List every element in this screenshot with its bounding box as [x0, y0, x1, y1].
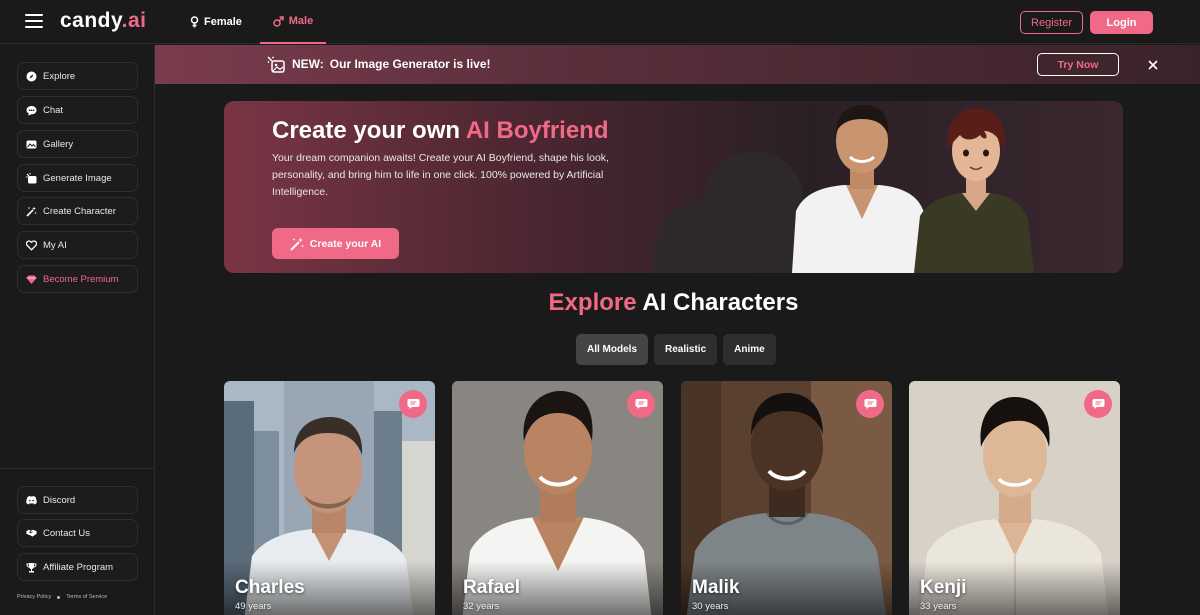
character-card-rafael[interactable]: Rafael 32 years: [452, 381, 663, 615]
chat-button[interactable]: [1084, 390, 1112, 418]
banner-text: NEW: Our Image Generator is live!: [292, 57, 491, 71]
sidebar-item-contact-us[interactable]: Contact Us: [17, 519, 138, 547]
character-age: 30 years: [692, 601, 729, 612]
character-name: Kenji: [920, 577, 967, 598]
diamond-icon: [26, 274, 37, 285]
tab-female-label: Female: [204, 16, 242, 28]
sidebar-item-become-premium[interactable]: Become Premium: [17, 265, 138, 293]
menu-icon[interactable]: [25, 14, 43, 28]
sidebar-item-create-character[interactable]: Create Character: [17, 197, 138, 225]
sidebar-item-label: Affiliate Program: [43, 561, 114, 573]
hero-title: Create your own AI Boyfriend: [272, 117, 609, 144]
hero-section: Create your own AI Boyfriend Your dream …: [224, 101, 1123, 273]
explore-title: Explore AI Characters: [548, 289, 799, 316]
handshake-icon: [26, 528, 37, 539]
sidebar-item-label: Gallery: [43, 138, 74, 150]
gallery-icon: [26, 139, 37, 150]
chat-button[interactable]: [856, 390, 884, 418]
character-card-kenji[interactable]: Kenji 33 years: [909, 381, 1120, 615]
filter-realistic[interactable]: Realistic: [654, 334, 718, 365]
generate-image-icon: [26, 172, 37, 184]
chat-icon: [864, 399, 876, 409]
sidebar-item-label: Contact Us: [43, 527, 90, 539]
sidebar-item-label: Chat: [43, 104, 64, 116]
sidebar-item-gallery[interactable]: Gallery: [17, 130, 138, 158]
banner-new-label: NEW:: [292, 57, 324, 71]
magic-wand-icon: [26, 206, 37, 217]
sidebar-item-label: Create Character: [43, 205, 116, 217]
sidebar-item-label: Generate Image: [43, 172, 112, 184]
character-age: 32 years: [463, 601, 500, 612]
sidebar-divider: [0, 468, 155, 469]
sidebar-item-label: My AI: [43, 239, 67, 251]
character-name: Malik: [692, 577, 740, 598]
magic-wand-icon: [290, 237, 304, 251]
privacy-policy-link[interactable]: Privacy Policy: [17, 594, 51, 600]
compass-icon: [26, 71, 37, 82]
discord-icon: [26, 495, 37, 506]
hero-description: Your dream companion awaits! Create your…: [272, 152, 609, 198]
character-card-charles[interactable]: Charles 49 years: [224, 381, 435, 615]
sidebar-item-label: Explore: [43, 70, 76, 82]
create-your-ai-label: Create your AI: [309, 237, 382, 250]
announcement-banner: NEW: Our Image Generator is live! Try Now: [155, 45, 1200, 84]
separator-dot: [57, 595, 61, 599]
sidebar-item-discord[interactable]: Discord: [17, 486, 138, 514]
sidebar-item-affiliate-program[interactable]: Affiliate Program: [17, 553, 138, 581]
sidebar-item-chat[interactable]: Chat: [17, 96, 138, 124]
character-age: 33 years: [920, 601, 957, 612]
login-button[interactable]: Login: [1090, 11, 1153, 34]
character-name: Charles: [235, 577, 305, 598]
character-card-malik[interactable]: Malik 30 years: [681, 381, 892, 615]
banner-message: Our Image Generator is live!: [329, 57, 491, 71]
top-bar: candy.ai Female Male Register Login: [0, 0, 1200, 44]
sidebar-item-label: Become Premium: [43, 273, 119, 285]
character-name: Rafael: [463, 577, 521, 598]
close-icon[interactable]: [1147, 58, 1159, 70]
filter-tabs: All Models Realistic Anime: [576, 334, 776, 365]
hero-men-illustration: [792, 105, 1034, 273]
tab-female[interactable]: Female: [190, 0, 242, 44]
try-now-button[interactable]: Try Now: [1037, 53, 1119, 76]
sidebar-item-explore[interactable]: Explore: [17, 62, 138, 90]
logo[interactable]: candy.ai: [60, 9, 147, 33]
terms-of-service-link[interactable]: Terms of Service: [66, 594, 107, 600]
character-age: 49 years: [235, 601, 272, 612]
chat-button[interactable]: [399, 390, 427, 418]
sidebar-item-generate-image[interactable]: Generate Image: [17, 164, 138, 192]
chat-icon: [635, 399, 647, 409]
female-icon: [190, 16, 199, 28]
trophy-icon: [26, 562, 37, 573]
filter-all-models[interactable]: All Models: [576, 334, 649, 365]
chat-icon: [1092, 399, 1104, 409]
chat-button[interactable]: [627, 390, 655, 418]
male-icon: [273, 15, 284, 27]
register-button[interactable]: Register: [1020, 11, 1083, 34]
tab-male[interactable]: Male: [260, 0, 326, 44]
legal-links: Privacy Policy Terms of Service: [17, 594, 107, 600]
create-your-ai-button[interactable]: Create your AI: [272, 228, 399, 259]
chat-icon: [407, 399, 419, 409]
tab-male-label: Male: [288, 15, 314, 27]
sidebar: Explore Chat Gallery Generate Image Crea…: [0, 45, 155, 615]
heart-icon: [26, 239, 37, 251]
image-generator-icon: [267, 56, 285, 79]
sidebar-item-my-ai[interactable]: My AI: [17, 231, 138, 259]
filter-anime[interactable]: Anime: [723, 334, 776, 365]
chat-icon: [26, 105, 37, 116]
sidebar-item-label: Discord: [43, 494, 76, 506]
